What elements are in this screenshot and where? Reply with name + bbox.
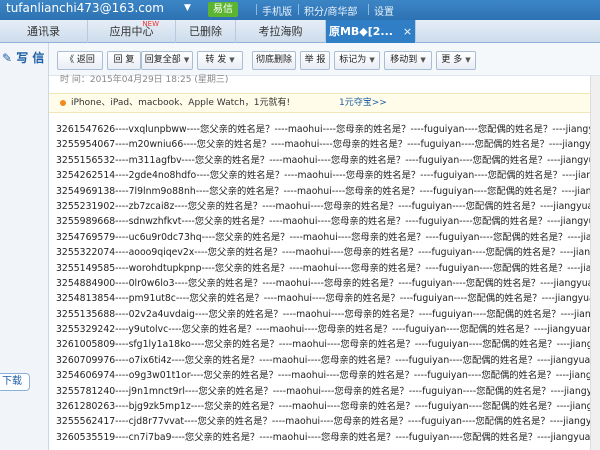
compose-button[interactable]: ✎ 写 信 bbox=[2, 49, 44, 66]
tab-label: 已删除 bbox=[189, 25, 222, 38]
tab-bar: 通讯录 应用中心 NEW 已删除 考拉海购 原MB◆[2... × bbox=[0, 20, 600, 43]
ad-banner: iPhone、iPad、macbook、Apple Watch，1元就有! 1元… bbox=[49, 93, 600, 113]
body-line: 3255322074----aooo9qiqev2x----您父亲的姓名是？--… bbox=[56, 247, 600, 259]
pen-icon: ✎ bbox=[2, 51, 13, 65]
download-button[interactable]: 下载 bbox=[0, 373, 30, 391]
tab-label: 通讯录 bbox=[27, 25, 60, 38]
mark-as-label: 标记为 bbox=[339, 55, 367, 65]
tab-deleted[interactable]: 已删除 bbox=[176, 20, 236, 43]
body-line: 3261280263----bjg9zk5mp1z----您父亲的姓名是？---… bbox=[56, 401, 600, 413]
body-line: 3260709976----o7ix6ti4z----您父亲的姓名是？----m… bbox=[56, 354, 597, 366]
tab-contacts[interactable]: 通讯录 bbox=[0, 20, 88, 43]
vip-badge[interactable]: 易信 bbox=[208, 2, 238, 17]
body-line: 3255231902----zb7zcai8z----您父亲的姓名是？----m… bbox=[56, 200, 600, 212]
mail-body: 3261547626----vxqlunpbww----您父亲的姓名是？----… bbox=[56, 122, 600, 450]
settings-link[interactable]: 设置 bbox=[374, 3, 394, 18]
bullet-icon bbox=[60, 100, 66, 106]
chevron-down-icon: ▼ bbox=[369, 56, 375, 64]
tab-kaola[interactable]: 考拉海购 bbox=[236, 20, 326, 43]
move-to-button[interactable]: 移动到 ▼ bbox=[384, 51, 432, 70]
move-to-label: 移动到 bbox=[390, 55, 418, 65]
body-line: 3254262514----2gde4no8hdfo----您父亲的姓名是？--… bbox=[56, 170, 600, 182]
mail-time: 时 间：2015年04月29日 18:25 (星期三) bbox=[60, 75, 229, 85]
mobile-link[interactable]: 手机版 bbox=[262, 3, 292, 18]
divider bbox=[368, 4, 369, 15]
body-line: 3254769579----uc6u9r0dc73hq----您父亲的姓名是？-… bbox=[56, 231, 600, 243]
more-button[interactable]: 更 多 ▼ bbox=[436, 51, 476, 70]
chevron-down-icon: ▼ bbox=[465, 56, 471, 64]
body-line: 3255989668----sdnwzhfkvt----您父亲的姓名是？----… bbox=[56, 216, 600, 228]
divider bbox=[298, 4, 299, 15]
tab-current-mail[interactable]: 原MB◆[2... × bbox=[326, 20, 416, 43]
body-line: 3255781240----j9n1mnct9rl----您父亲的姓名是？---… bbox=[56, 385, 600, 397]
tab-app-center[interactable]: 应用中心 NEW bbox=[88, 20, 176, 43]
chevron-down-icon: ▼ bbox=[183, 56, 190, 64]
compose-label: 写 信 bbox=[16, 51, 45, 65]
reply-all-button[interactable]: 回复全部 ▼ bbox=[141, 51, 193, 70]
tab-label: 考拉海购 bbox=[258, 25, 303, 38]
body-line: 3255135688----02v2a4uvdaig----您父亲的姓名是？--… bbox=[56, 308, 600, 320]
body-line: 3261005809----sfg1ly1a18ko----您父亲的姓名是？--… bbox=[56, 339, 600, 351]
report-button[interactable]: 举 报 bbox=[300, 51, 330, 70]
points-link[interactable]: 积分/商华部 bbox=[304, 3, 357, 18]
ad-text: iPhone、iPad、macbook、Apple Watch，1元就有! bbox=[71, 98, 291, 108]
chevron-down-icon: ▼ bbox=[229, 56, 235, 64]
account-dropdown-icon[interactable]: ▼ bbox=[184, 3, 191, 13]
body-line: 3255149585----worohdtupkpnp----您父亲的姓名是？-… bbox=[56, 262, 600, 274]
tab-label: 原MB◆[2... bbox=[328, 25, 393, 38]
mark-as-button[interactable]: 标记为 ▼ bbox=[334, 51, 380, 70]
body-line: 3255329242----y9utolvc----您父亲的姓名是？----ma… bbox=[56, 324, 593, 336]
body-line: 3254813854----pm91ut8c----您父亲的姓名是？----ma… bbox=[56, 293, 600, 305]
more-label: 更 多 bbox=[441, 55, 463, 65]
body-line: 3261547626----vxqlunpbww----您父亲的姓名是？----… bbox=[56, 124, 600, 135]
body-line: 3260535519----cn7i7ba9----您父亲的姓名是？----ma… bbox=[56, 431, 597, 443]
body-line: 3254606974----o9g3w01t1or----您父亲的姓名是？---… bbox=[56, 370, 600, 382]
forward-button[interactable]: 转 发 ▼ bbox=[197, 51, 243, 70]
reply-all-label: 回复全部 bbox=[144, 55, 181, 65]
close-icon[interactable]: × bbox=[403, 25, 412, 38]
body-line: 3254969138----7l9lnm9o88nh----您父亲的姓名是？--… bbox=[56, 185, 600, 197]
top-bar: tufanlianchi473@163.com ▼ 易信 手机版 积分/商华部 … bbox=[0, 0, 600, 20]
ad-link[interactable]: 1元夺宝>> bbox=[339, 94, 387, 112]
download-label: 下载 bbox=[2, 376, 22, 387]
reply-button[interactable]: 回 复 bbox=[107, 51, 141, 70]
new-badge: NEW bbox=[142, 20, 159, 28]
account-name[interactable]: tufanlianchi473@163.com bbox=[6, 1, 164, 15]
scrollbar[interactable] bbox=[590, 76, 600, 450]
divider bbox=[256, 4, 257, 15]
forward-label: 转 发 bbox=[205, 55, 227, 65]
back-button[interactable]: 《 返回 bbox=[57, 51, 103, 70]
body-line: 3255156532----m311agfbv----您父亲的姓名是？----m… bbox=[56, 154, 600, 166]
chevron-down-icon: ▼ bbox=[420, 56, 426, 64]
delete-permanently-button[interactable]: 彻底删除 bbox=[252, 51, 296, 70]
body-line: 3254884900----0lr0w6lo3----您父亲的姓名是？----m… bbox=[56, 277, 600, 289]
sidebar: ✎ 写 信 下载 bbox=[0, 43, 49, 450]
body-line: 3255562417----cjd8r77vvat----您父亲的姓名是？---… bbox=[56, 416, 600, 428]
body-line: 3255954067----m20wniu66----您父亲的姓名是？----m… bbox=[56, 139, 600, 151]
